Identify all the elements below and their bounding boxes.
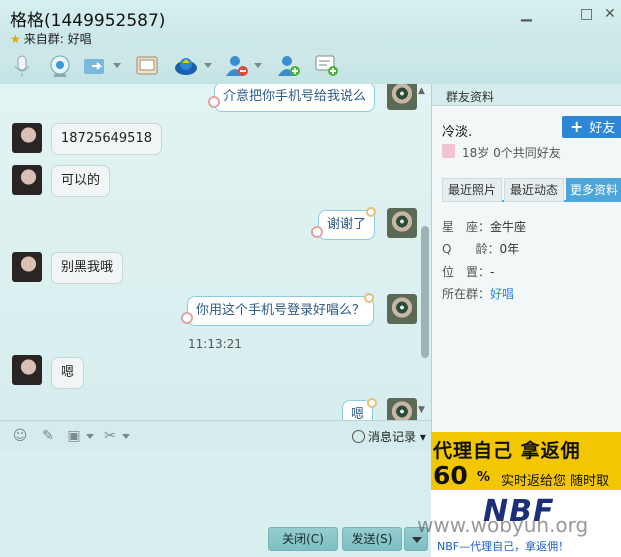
add-contact-icon[interactable] [277, 54, 301, 78]
block-user-icon[interactable] [225, 54, 249, 78]
bubble-decoration-icon [366, 207, 376, 217]
input-toolbar: ☺ ✎ ▣ ✂ 消息记录 ▾ [0, 420, 431, 450]
tab-more-info[interactable]: 更多资料 [566, 178, 621, 202]
avatar[interactable] [12, 165, 42, 195]
remote-assist-icon[interactable] [135, 54, 159, 78]
chevron-down-icon[interactable] [254, 63, 262, 68]
minimize-icon[interactable]: ▁ [521, 6, 532, 22]
member-nickname: 冷淡. [442, 125, 473, 140]
plus-icon: + [570, 117, 584, 136]
source-group: ★ 来自群: 好唱 [10, 30, 92, 47]
panel-header: 群友资料 [432, 84, 621, 106]
chat-message: 别黑我哦 [51, 252, 124, 284]
avatar[interactable] [12, 252, 42, 282]
chat-message: 你用这个手机号登录好唱么？ [187, 296, 375, 326]
font-edit-icon[interactable]: ✎ [40, 428, 56, 444]
avatar[interactable] [387, 398, 417, 420]
screenshot-scissors-icon[interactable]: ✂ [102, 428, 118, 444]
advertisement[interactable]: 代理自己 拿返佣 60 % 实时返给您 随时取 NBF NBF—代理自己，拿返佣… [431, 432, 621, 557]
chat-message: 介意把你手机号给我说么 [214, 84, 376, 112]
star-icon: ★ [10, 32, 21, 46]
message-timestamp: 11:13:21 [188, 337, 242, 351]
add-friend-label: 好友 [589, 121, 616, 136]
chevron-down-icon[interactable] [113, 63, 121, 68]
info-label: 所在群： [442, 287, 491, 301]
image-icon[interactable]: ▣ [66, 428, 82, 444]
avatar[interactable] [12, 123, 42, 153]
ad-banner: 代理自己 拿返佣 60 % 实时返给您 随时取 [431, 432, 621, 490]
info-value: - [490, 265, 495, 279]
ad-percent: % [477, 470, 491, 485]
maximize-icon[interactable]: □ [580, 6, 593, 22]
title-bar: 格格(1449952587) ★ 来自群: 好唱 ▁ □ ✕ [0, 0, 621, 50]
female-icon [442, 144, 455, 158]
info-value: 金牛座 [490, 220, 527, 234]
chat-message: 可以的 [51, 165, 111, 197]
avatar[interactable] [387, 84, 417, 110]
webcam-icon[interactable] [48, 54, 72, 78]
info-label: 位 置： [442, 265, 491, 279]
close-icon[interactable]: ✕ [604, 6, 616, 22]
info-row-q-age: Q 龄：0年 [442, 240, 519, 257]
avatar[interactable] [387, 294, 417, 324]
watermark: www.wobyun.org [417, 513, 589, 537]
message-add-icon[interactable] [315, 54, 339, 78]
app-icon[interactable] [174, 54, 198, 78]
ad-headline: 代理自己 拿返佣 [433, 440, 581, 462]
info-row-group: 所在群：好唱 [442, 285, 514, 302]
chat-toolbar [0, 50, 621, 84]
window-title: 格格(1449952587) [10, 11, 166, 31]
bubble-decoration-icon [208, 96, 220, 108]
info-label: 星 座： [442, 220, 491, 234]
info-label: Q 龄： [442, 242, 500, 256]
message-input[interactable] [0, 450, 431, 522]
source-group-name[interactable]: 好唱 [68, 32, 92, 46]
chevron-down-icon[interactable] [204, 63, 212, 68]
scrollbar-thumb[interactable] [421, 226, 429, 358]
avatar[interactable] [12, 355, 42, 385]
clock-icon [352, 430, 365, 443]
chat-message: 嗯 [51, 357, 85, 389]
bubble-decoration-icon [311, 226, 323, 238]
source-group-prefix: 来自群: [23, 32, 64, 46]
chevron-down-icon[interactable] [86, 434, 94, 439]
bubble-decoration-icon [181, 312, 193, 324]
info-value: 0年 [499, 242, 520, 256]
scroll-down-icon[interactable]: ▼ [418, 405, 425, 415]
ad-big-number: 60 [433, 461, 468, 490]
group-link[interactable]: 好唱 [490, 287, 514, 301]
message-history-button[interactable]: 消息记录 ▾ [352, 428, 426, 445]
ad-caption[interactable]: NBF—代理自己，拿返佣！ [437, 538, 569, 554]
chat-history[interactable]: 介意把你手机号给我说么 18725649518 可以的 谢谢了 别黑我哦 你用这… [0, 84, 431, 420]
age-info: 18岁 0个共同好友 [462, 146, 561, 160]
emoji-icon[interactable]: ☺ [12, 428, 28, 444]
bubble-decoration-icon [364, 293, 374, 303]
send-button[interactable]: 发送(S) [342, 527, 402, 551]
tab-recent-updates[interactable]: 最近动态 [504, 178, 564, 202]
chat-message: 18725649518 [51, 123, 162, 155]
info-row-zodiac: 星 座：金牛座 [442, 218, 526, 235]
message-history-label: 消息记录 [368, 430, 417, 444]
close-button[interactable]: 关闭(C) [268, 527, 338, 551]
file-transfer-icon[interactable] [83, 54, 107, 78]
panel-title: 群友资料 [446, 90, 495, 104]
microphone-icon[interactable] [10, 54, 34, 78]
info-row-location: 位 置：- [442, 263, 494, 280]
ad-subline: 实时返给您 随时取 [501, 474, 610, 489]
chevron-down-icon[interactable] [122, 434, 130, 439]
avatar[interactable] [387, 208, 417, 238]
add-friend-button[interactable]: + 好友 [562, 116, 621, 138]
bottom-bar: 关闭(C) 发送(S) [0, 522, 431, 557]
bubble-decoration-icon [367, 398, 377, 408]
scroll-up-icon[interactable]: ▲ [418, 86, 425, 96]
tab-recent-photos[interactable]: 最近照片 [442, 178, 502, 202]
profile-tabs: 最近照片 最近动态 更多资料 [442, 178, 621, 202]
